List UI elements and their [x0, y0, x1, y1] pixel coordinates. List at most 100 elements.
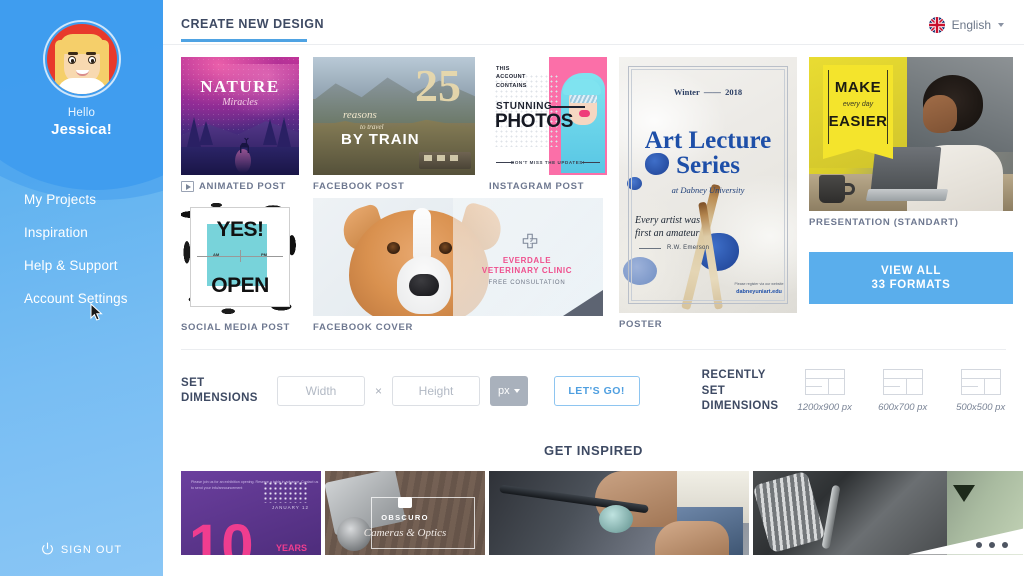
- template-social-media-post[interactable]: AM PM YES! OPEN SOCIAL MEDIA POST: [181, 198, 299, 333]
- template-label-row: POSTER: [619, 319, 797, 330]
- view-all-line1: VIEW ALL: [880, 265, 942, 277]
- template-label-row: ANIMATED POST: [181, 181, 299, 192]
- unit-label: px: [498, 385, 510, 398]
- poster-season-year: Winter —— 2018: [673, 87, 743, 97]
- poster-author: R.W. Emerson: [667, 245, 710, 251]
- sign-out-label: SIGN OUT: [60, 544, 123, 556]
- template-animated-post[interactable]: NATURE Miracles ANIMATED POST: [181, 57, 299, 192]
- carousel-card-bicycle[interactable]: [489, 470, 749, 555]
- carousel-dot-3[interactable]: [1002, 541, 1008, 548]
- power-icon: [41, 542, 54, 558]
- carousel-card-obscuro[interactable]: OBSCURO Cameras & Optics: [325, 470, 485, 555]
- poster-website: dabneyuniart.edu: [736, 289, 782, 295]
- recent-dimension-label: 1200x900 px: [797, 402, 852, 414]
- recent-dimension-2[interactable]: 600x700 px: [864, 369, 942, 413]
- social-line2: OPEN: [211, 274, 269, 297]
- template-label-row: INSTAGRAM POST: [489, 181, 607, 192]
- templates-row-2: AM PM YES! OPEN SOCIAL MEDIA POST EVERDA…: [181, 198, 607, 333]
- get-inspired-title: GET INSPIRED: [544, 442, 643, 458]
- template-facebook-cover[interactable]: EVERDALE VETERINARY CLINIC FREE CONSULTA…: [313, 198, 603, 333]
- clinic-line2: VETERINARY CLINIC: [481, 266, 573, 275]
- recent-dimension-1[interactable]: 1200x900 px: [786, 369, 864, 413]
- triangle-down-icon: [953, 484, 975, 502]
- templates-right-column: MAKE every day EASIER PRESENTATION (STAN…: [809, 57, 1013, 333]
- template-label-row: FACEBOOK COVER: [313, 322, 603, 333]
- poster-title: Art Lecture Series: [619, 127, 797, 179]
- template-label: ANIMATED POST: [199, 181, 287, 192]
- event-date: JANUARY 12: [271, 504, 309, 510]
- unit-dropdown[interactable]: px: [490, 376, 528, 407]
- dimensions-separator: ×: [375, 384, 383, 399]
- sign-out-button[interactable]: SIGN OUT: [0, 542, 163, 576]
- width-input[interactable]: [277, 376, 365, 407]
- poster-season: Winter: [673, 87, 700, 97]
- poster-venue: at Dabney University: [671, 185, 745, 195]
- carousel-card-event[interactable]: Please join us for an exhibition opening…: [181, 470, 321, 555]
- chevron-down-icon: [998, 23, 1004, 27]
- view-all-formats-button[interactable]: VIEW ALL 33 FORMATS: [809, 252, 1013, 304]
- template-thumbnail: MAKE every day EASIER: [809, 57, 1013, 211]
- sidebar-item-help-support[interactable]: Help & Support: [0, 249, 163, 282]
- layout-grid-icon: [804, 369, 845, 396]
- username-text: Jessica!: [51, 121, 112, 138]
- poster-title-line1: Art Lecture: [644, 127, 772, 154]
- recent-dimensions-group: RECENTLY SET DIMENSIONS 1200x900 px 600x70…: [702, 368, 1020, 415]
- inspiration-carousel[interactable]: Please join us for an exhibition opening…: [181, 470, 1024, 555]
- triangle-up-icon: [983, 485, 1007, 503]
- poster-title-line2: Series: [676, 151, 740, 179]
- avatar-image: [46, 24, 117, 94]
- poster-quote: Every artist was first an amateur: [635, 215, 700, 240]
- template-instagram-post[interactable]: THIS ACCOUNT CONTAINS STUNNING PHOTOS DON'…: [489, 57, 607, 192]
- carousel-dot-1[interactable]: [976, 541, 982, 548]
- tab-active-underline: [181, 39, 307, 42]
- template-label: FACEBOOK COVER: [313, 322, 414, 333]
- poster-quote-line1: Every artist was: [635, 215, 700, 226]
- set-dimensions-label: SET DIMENSIONS: [181, 376, 258, 405]
- template-label-row: SOCIAL MEDIA POST: [181, 322, 299, 333]
- template-thumbnail: THIS ACCOUNT CONTAINS STUNNING PHOTOS DON'…: [489, 57, 607, 175]
- sidebar-item-my-projects[interactable]: My Projects: [0, 183, 163, 216]
- template-thumbnail: Winter —— 2018 Art Lecture Series at Dab…: [619, 57, 797, 313]
- templates-section: NATURE Miracles ANIMATED POST 25 reasons…: [163, 45, 1024, 333]
- main-content: CREATE NEW DESIGN English NATURE Miracle…: [163, 0, 1024, 576]
- sidebar: Hello Jessica! My Projects Inspiration H…: [0, 0, 163, 576]
- medical-cross-icon: [521, 232, 539, 250]
- mouse-cursor: [90, 302, 103, 327]
- tab-create-new-design[interactable]: CREATE NEW DESIGN: [181, 17, 324, 42]
- template-label: FACEBOOK POST: [313, 181, 405, 192]
- sidebar-item-inspiration[interactable]: Inspiration: [0, 216, 163, 249]
- train-line1: reasons: [343, 109, 377, 121]
- template-presentation[interactable]: MAKE every day EASIER PRESENTATION (STAN…: [809, 57, 1013, 228]
- social-pm: PM: [261, 252, 267, 257]
- carousel-dot-2[interactable]: [989, 541, 995, 548]
- social-line1: YES!: [216, 218, 264, 241]
- template-label-row: PRESENTATION (STANDART): [809, 217, 1013, 228]
- template-facebook-post[interactable]: 25 reasons to travel BY TRAIN FACEBOOK P…: [313, 57, 475, 192]
- recent-dimension-3[interactable]: 500x500 px: [942, 369, 1020, 413]
- template-thumbnail: 25 reasons to travel BY TRAIN: [313, 57, 475, 175]
- sidebar-item-account-settings[interactable]: Account Settings: [0, 282, 163, 315]
- template-label: POSTER: [619, 319, 663, 330]
- language-selector[interactable]: English: [928, 17, 1004, 33]
- train-line2: to travel: [360, 123, 384, 131]
- height-input[interactable]: [392, 376, 481, 407]
- nature-subtitle: Miracles: [222, 97, 258, 108]
- greeting-text: Hello: [67, 107, 96, 119]
- carousel-pagination-dots[interactable]: [976, 541, 1008, 548]
- recent-dimensions-label: RECENTLY SET DIMENSIONS: [701, 369, 779, 413]
- train-line3: BY TRAIN: [341, 131, 420, 148]
- templates-grid: NATURE Miracles ANIMATED POST 25 reasons…: [181, 57, 1013, 333]
- uk-flag-icon: [928, 17, 945, 33]
- clinic-line3: FREE CONSULTATION: [488, 280, 566, 286]
- train-number: 25: [415, 60, 461, 111]
- templates-left-column: NATURE Miracles ANIMATED POST 25 reasons…: [181, 57, 607, 333]
- lets-go-button[interactable]: LET'S GO!: [553, 376, 640, 407]
- nature-title: NATURE: [200, 77, 280, 96]
- poster-year: 2018: [725, 87, 743, 97]
- template-label: INSTAGRAM POST: [489, 181, 585, 192]
- template-thumbnail: EVERDALE VETERINARY CLINIC FREE CONSULTA…: [313, 198, 603, 316]
- top-bar-divider: [163, 44, 1024, 45]
- template-poster[interactable]: Winter —— 2018 Art Lecture Series at Dab…: [619, 57, 797, 333]
- event-sub: YEARS: [275, 542, 307, 553]
- avatar[interactable]: [42, 20, 121, 98]
